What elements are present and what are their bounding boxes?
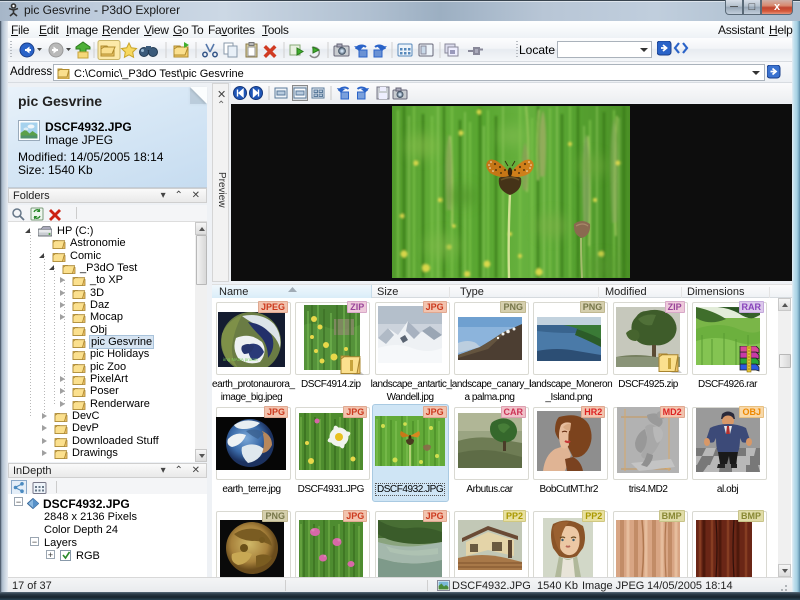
svg-text:img NASA proton: img NASA proton	[223, 357, 258, 362]
